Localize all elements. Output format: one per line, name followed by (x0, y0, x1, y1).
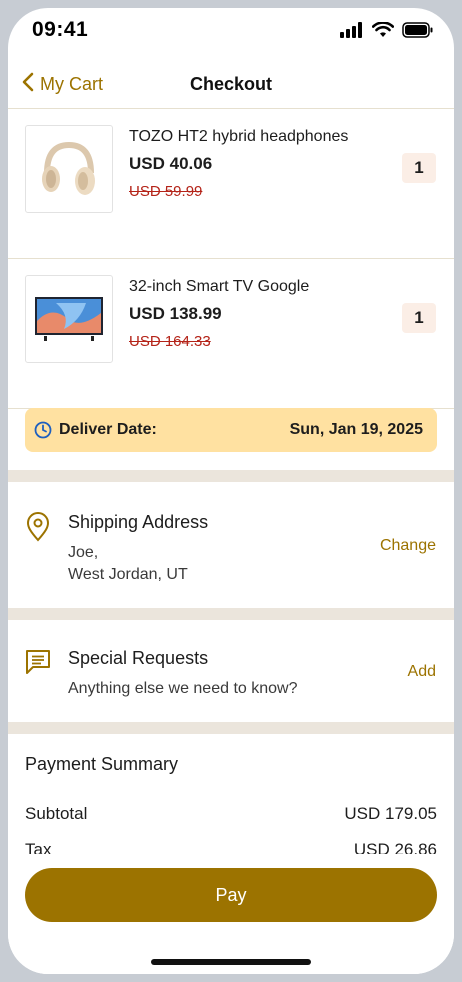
back-button[interactable]: My Cart (22, 72, 103, 97)
quantity-badge[interactable]: 1 (402, 303, 436, 333)
delivery-date-banner: Deliver Date: Sun, Jan 19, 2025 (25, 408, 437, 452)
section-divider (8, 470, 454, 482)
item-original-price: USD 59.99 (129, 183, 203, 200)
shipping-address-section[interactable]: Shipping Address Joe, West Jordan, UT Ch… (8, 482, 454, 608)
section-divider (8, 608, 454, 620)
pay-button[interactable]: Pay (25, 868, 437, 922)
change-address-button[interactable]: Change (380, 537, 436, 555)
location-pin-icon (24, 512, 52, 547)
delivery-date: Sun, Jan 19, 2025 (289, 421, 423, 438)
item-price: USD 138.99 (129, 304, 222, 323)
payment-summary-title: Payment Summary (25, 754, 179, 774)
quantity-badge[interactable]: 1 (402, 153, 436, 183)
home-indicator[interactable] (151, 959, 311, 965)
delivery-label: Deliver Date: (59, 421, 157, 438)
cart-item: TOZO HT2 hybrid headphones USD 40.06 USD… (8, 108, 454, 259)
status-icons (340, 21, 434, 43)
status-time: 09:41 (32, 18, 89, 41)
requests-subtitle: Anything else we need to know? (68, 680, 298, 697)
battery-icon (402, 22, 434, 43)
status-bar: 09:41 (8, 8, 454, 56)
item-price: USD 40.06 (129, 154, 213, 173)
phone-screen: 09:41 My Cart Checkout TOZO HT2 hybrid h… (8, 8, 454, 974)
product-image-tv (25, 275, 113, 363)
shipping-location: West Jordan, UT (68, 566, 188, 583)
summary-value: USD 179.05 (344, 804, 437, 823)
summary-row-subtotal: Subtotal USD 179.05 (25, 804, 437, 824)
add-request-button[interactable]: Add (408, 663, 436, 681)
cellular-signal-icon (340, 22, 364, 43)
product-image-headphones (25, 125, 113, 213)
item-name: TOZO HT2 hybrid headphones (129, 128, 349, 145)
item-name: 32-inch Smart TV Google (129, 278, 310, 295)
nav-bar: My Cart Checkout (8, 64, 454, 109)
clock-icon (34, 421, 52, 444)
wifi-icon (371, 21, 395, 43)
shipping-name: Joe, (68, 544, 99, 561)
shipping-title: Shipping Address (68, 512, 209, 532)
section-divider (8, 722, 454, 734)
message-icon (24, 648, 52, 681)
requests-title: Special Requests (68, 648, 209, 668)
special-requests-section[interactable]: Special Requests Anything else we need t… (8, 620, 454, 722)
item-original-price: USD 164.33 (129, 333, 211, 350)
back-label: My Cart (40, 74, 103, 94)
cart-item: 32-inch Smart TV Google USD 138.99 USD 1… (8, 258, 454, 409)
summary-label: Subtotal (25, 804, 88, 823)
chevron-left-icon (22, 72, 34, 97)
